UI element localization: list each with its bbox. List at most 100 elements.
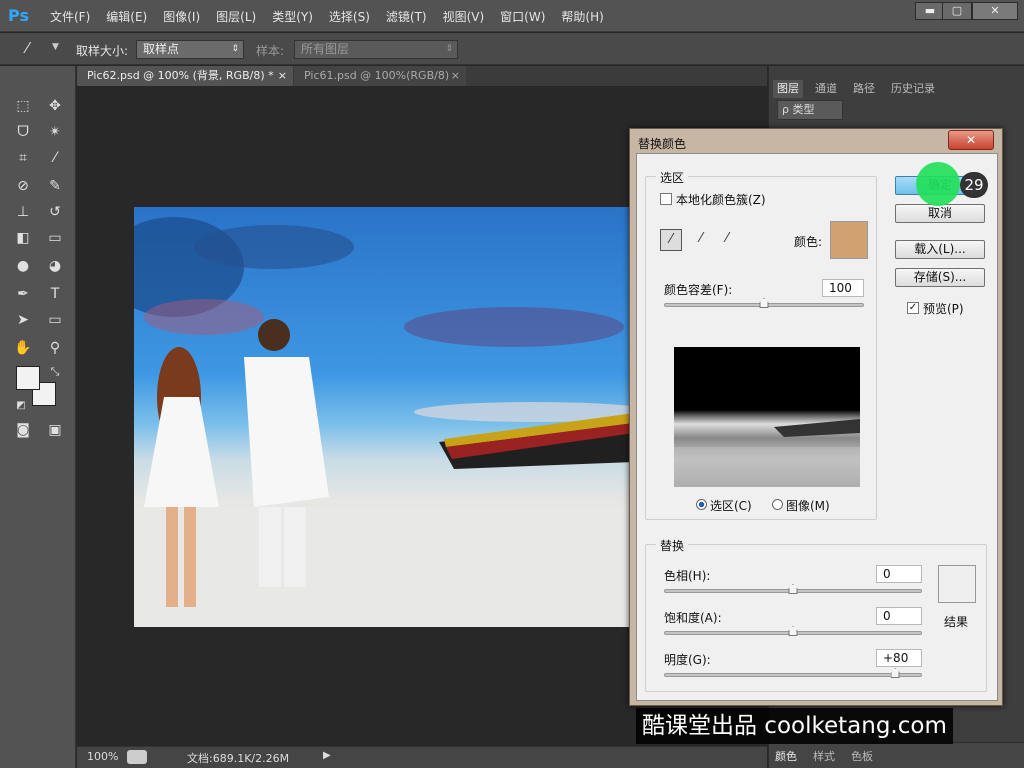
eraser-tool-icon[interactable]: ◧: [12, 228, 34, 248]
document-tabs: Pic62.psd @ 100% (背景, RGB/8) * × Pic61.p…: [77, 66, 767, 86]
options-bar: ⁄ ▼ 取样大小: 取样点 ⇕ 样本: 所有图层 ⇕: [0, 33, 1024, 65]
lightness-label: 明度(G):: [664, 653, 711, 667]
scratch-icon[interactable]: [127, 750, 147, 764]
dialog-close-button[interactable]: ✕: [948, 130, 994, 150]
slider-thumb[interactable]: [890, 668, 900, 678]
tab-styles[interactable]: 样式: [813, 748, 835, 764]
eyedropper-tool-icon[interactable]: ⁄: [26, 39, 29, 57]
tab-pic62[interactable]: Pic62.psd @ 100% (背景, RGB/8) * ×: [77, 66, 293, 86]
hand-tool-icon[interactable]: ✋: [12, 338, 34, 358]
close-icon[interactable]: ×: [451, 66, 460, 86]
hue-input[interactable]: 0: [876, 565, 922, 583]
magic-wand-icon[interactable]: ✴: [44, 122, 66, 142]
brush-tool-icon[interactable]: ✎: [44, 176, 66, 196]
maximize-button[interactable]: ▢: [942, 2, 972, 20]
menu-window[interactable]: 窗口(W): [500, 8, 545, 25]
slider-thumb[interactable]: [759, 298, 769, 308]
selection-group-title: 选区: [656, 169, 689, 186]
menu-bar: Ps 文件(F) 编辑(E) 图像(I) 图层(L) 类型(Y) 选择(S) 滤…: [0, 0, 1024, 32]
gradient-tool-icon[interactable]: ▭: [44, 228, 66, 248]
menu-help[interactable]: 帮助(H): [561, 8, 603, 25]
eyedropper-plus-icon[interactable]: ⁄: [690, 229, 712, 251]
cancel-button[interactable]: 取消: [895, 204, 985, 223]
menu-type[interactable]: 类型(Y): [272, 8, 313, 25]
selection-color-swatch[interactable]: [830, 221, 868, 259]
tab-history[interactable]: 历史记录: [887, 80, 939, 98]
menu-layer[interactable]: 图层(L): [216, 8, 256, 25]
tab-pic61[interactable]: Pic61.psd @ 100%(RGB/8) ×: [294, 66, 466, 86]
saturation-slider[interactable]: [664, 626, 922, 636]
sample-size-label: 取样大小:: [76, 44, 129, 58]
save-button[interactable]: 存储(S)...: [895, 268, 985, 287]
localized-clusters-label: 本地化颜色簇(Z): [676, 193, 766, 207]
preview-checkbox[interactable]: ✓: [907, 302, 919, 314]
menu-edit[interactable]: 编辑(E): [106, 8, 147, 25]
crop-tool-icon[interactable]: ⌗: [12, 148, 34, 168]
photoshop-logo: Ps: [8, 6, 29, 25]
lightness-slider[interactable]: [664, 668, 922, 678]
menu-image[interactable]: 图像(I): [163, 8, 200, 25]
zoom-tool-icon[interactable]: ⚲: [44, 338, 66, 358]
close-icon[interactable]: ×: [278, 66, 287, 86]
image-radio[interactable]: [772, 499, 783, 510]
marquee-tool-icon[interactable]: ⬚: [12, 96, 34, 116]
lightness-input[interactable]: +80: [876, 649, 922, 667]
saturation-input[interactable]: 0: [876, 607, 922, 625]
selection-radio[interactable]: [696, 499, 707, 510]
menu-file[interactable]: 文件(F): [50, 8, 90, 25]
sample-value: 所有图层: [301, 42, 350, 56]
menu-filter[interactable]: 滤镜(T): [386, 8, 427, 25]
quick-mask-icon[interactable]: ◙: [12, 420, 34, 440]
tab-paths[interactable]: 路径: [849, 80, 879, 98]
minimize-button[interactable]: ▬: [915, 2, 945, 20]
fuzziness-input[interactable]: 100: [822, 279, 864, 297]
tab-swatches[interactable]: 色板: [851, 748, 873, 764]
move-tool-icon[interactable]: ✥: [44, 96, 66, 116]
stamp-tool-icon[interactable]: ⊥: [12, 202, 34, 222]
document-size: 文档:689.1K/2.26M: [187, 752, 290, 765]
swap-colors-icon[interactable]: ⤡: [44, 362, 66, 382]
sample-size-select[interactable]: 取样点 ⇕: [136, 40, 244, 59]
localized-clusters-checkbox[interactable]: [660, 193, 672, 205]
play-icon[interactable]: ▶: [323, 750, 331, 761]
eyedropper-minus-icon[interactable]: ⁄: [716, 229, 738, 251]
pen-tool-icon[interactable]: ✒: [12, 284, 34, 304]
fuzziness-slider[interactable]: [664, 298, 864, 308]
default-colors-icon[interactable]: ◩: [10, 396, 32, 416]
tab-layers[interactable]: 图层: [773, 80, 803, 98]
foreground-color-swatch[interactable]: [16, 366, 40, 390]
zoom-level[interactable]: 100%: [87, 750, 118, 763]
shape-tool-icon[interactable]: ▭: [44, 310, 66, 330]
tools-panel: ⬚ ✥ ᗜ ✴ ⌗ ⁄ ⊘ ✎ ⊥ ↺ ◧ ▭ ● ◕ ✒ T ➤ ▭ ✋ ⚲ …: [0, 66, 76, 768]
menu-view[interactable]: 视图(V): [443, 8, 485, 25]
chevron-down-icon[interactable]: ▼: [52, 42, 59, 52]
close-window-button[interactable]: ✕: [972, 2, 1018, 20]
result-color-swatch[interactable]: [938, 565, 976, 603]
main-menu: 文件(F) 编辑(E) 图像(I) 图层(L) 类型(Y) 选择(S) 滤镜(T…: [50, 8, 620, 25]
eyedropper-icon[interactable]: ⁄: [44, 148, 66, 168]
lasso-tool-icon[interactable]: ᗜ: [12, 122, 34, 142]
history-brush-icon[interactable]: ↺: [44, 202, 66, 222]
eyedropper-icon[interactable]: ⁄: [660, 229, 682, 251]
sample-size-value: 取样点: [143, 42, 180, 56]
document-image[interactable]: [134, 207, 634, 627]
hue-slider[interactable]: [664, 584, 922, 594]
selection-preview[interactable]: [674, 347, 860, 487]
screen-mode-icon[interactable]: ▣: [44, 420, 66, 440]
slider-thumb[interactable]: [788, 626, 798, 636]
tab-color[interactable]: 颜色: [775, 748, 797, 764]
load-button[interactable]: 载入(L)...: [895, 240, 985, 259]
path-select-icon[interactable]: ➤: [12, 310, 34, 330]
sample-label: 样本:: [256, 44, 285, 58]
tab-channels[interactable]: 通道: [811, 80, 841, 98]
slider-thumb[interactable]: [788, 584, 798, 594]
menu-select[interactable]: 选择(S): [329, 8, 370, 25]
dodge-tool-icon[interactable]: ◕: [44, 256, 66, 276]
preview-label: 预览(P): [923, 302, 964, 316]
sample-select[interactable]: 所有图层 ⇕: [294, 40, 458, 59]
healing-brush-icon[interactable]: ⊘: [12, 176, 34, 196]
layer-filter-select[interactable]: ρ 类型: [777, 100, 843, 120]
blur-tool-icon[interactable]: ●: [12, 256, 34, 276]
selection-group: 选区 本地化颜色簇(Z) ⁄ ⁄ ⁄ 颜色: 颜色容差(F): 100 选区(C…: [645, 169, 877, 520]
type-tool-icon[interactable]: T: [44, 284, 66, 304]
